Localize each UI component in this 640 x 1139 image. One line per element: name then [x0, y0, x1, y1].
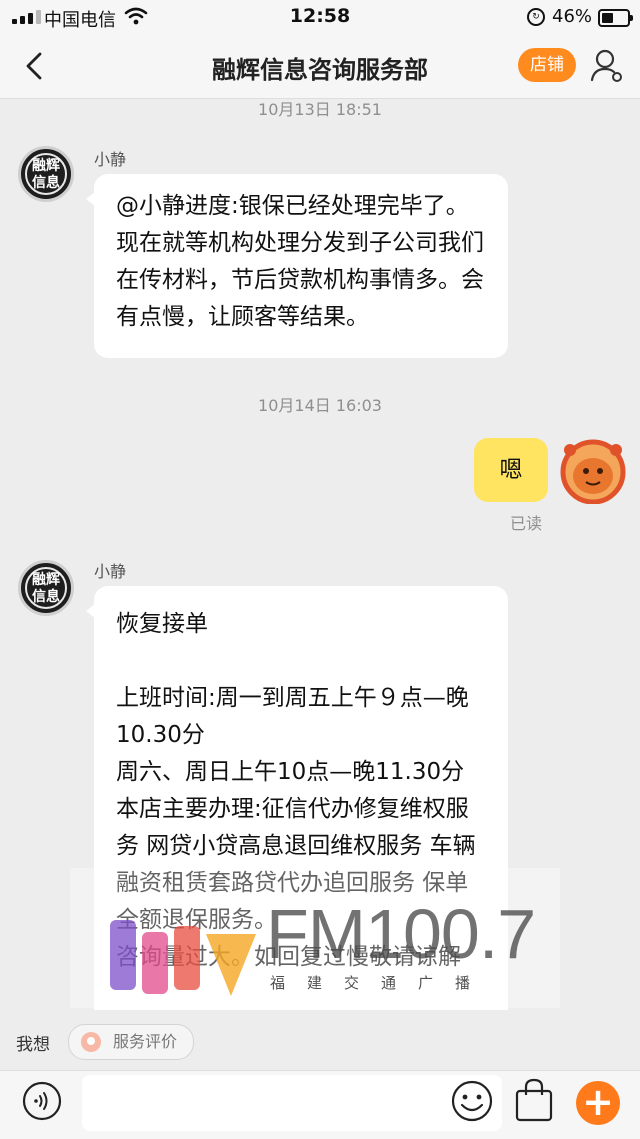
avatar-label: 融辉 信息 [25, 153, 67, 195]
watermark-brand: FM100.7 [266, 895, 536, 973]
carrier-name: 中国电信 [44, 10, 116, 31]
back-icon[interactable] [18, 48, 54, 84]
read-status: 已读 [510, 514, 543, 533]
add-more-button[interactable]: + [576, 1081, 620, 1125]
signal-strength-icon [12, 10, 41, 24]
sender-name: 小静 [94, 562, 127, 581]
sender-name: 小静 [94, 150, 127, 169]
nav-bar: 融辉信息咨询服务部 店铺 [0, 34, 640, 99]
broadcast-watermark: FM100.7 福建交通广播 [70, 868, 560, 1008]
rating-icon [81, 1032, 101, 1052]
status-bar: 中国电信 12:58 ↻ 46% [0, 0, 640, 34]
shop-button[interactable]: 店铺 [518, 48, 576, 82]
message-input[interactable] [82, 1075, 502, 1131]
emoji-icon[interactable] [450, 1079, 494, 1123]
input-bar: + [0, 1070, 640, 1139]
battery-icon [598, 9, 633, 27]
avatar[interactable]: 融辉 信息 [18, 146, 74, 202]
battery-percent: 46% [552, 6, 593, 27]
avatar[interactable]: 融辉 信息 [18, 560, 74, 616]
message-timestamp: 10月13日 18:51 [258, 100, 382, 119]
my-avatar[interactable] [558, 436, 628, 504]
my-message-bubble[interactable]: 嗯 [474, 438, 548, 502]
wifi-icon [124, 7, 148, 25]
broadcast-logo-icon [110, 920, 256, 996]
chip-label: 服务评价 [113, 1032, 178, 1051]
shopping-bag-icon[interactable] [514, 1077, 554, 1123]
user-settings-icon[interactable] [590, 48, 624, 84]
rotation-lock-icon: ↻ [527, 8, 545, 26]
quick-reply-bar: 我想 服务评价 [0, 1010, 640, 1070]
message-bubble[interactable]: @小静进度:银保已经处理完毕了。现在就等机构处理分发到子公司我们在传材料，节后贷… [86, 174, 508, 358]
avatar-label: 融辉 信息 [25, 567, 67, 609]
message-timestamp: 10月14日 16:03 [258, 396, 382, 415]
watermark-subtitle: 福建交通广播 [270, 974, 493, 992]
battery-level-fill [602, 13, 613, 23]
voice-icon[interactable] [22, 1081, 62, 1121]
quick-reply-label: 我想 [16, 1035, 50, 1055]
service-rating-chip[interactable]: 服务评价 [68, 1024, 195, 1060]
